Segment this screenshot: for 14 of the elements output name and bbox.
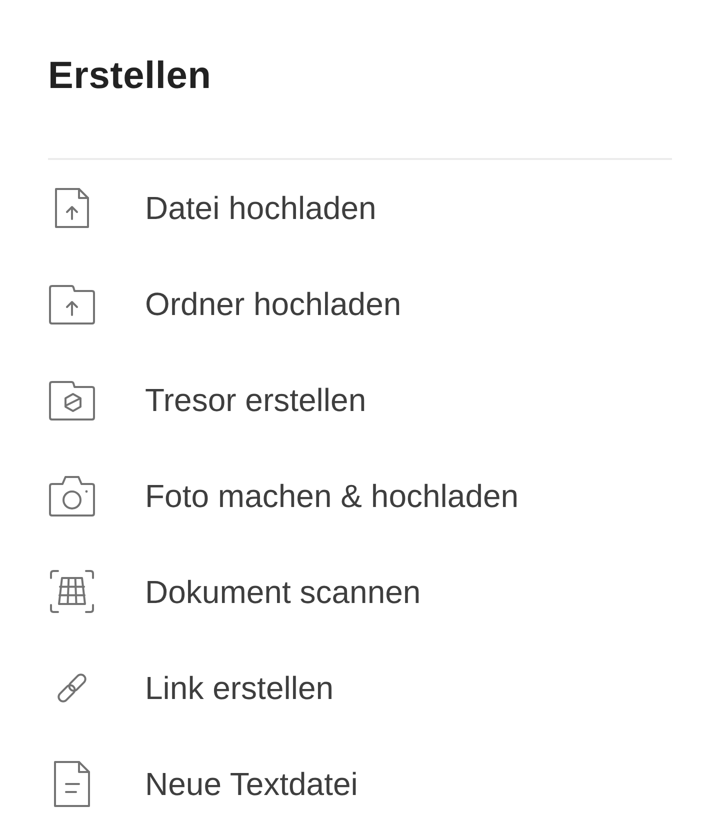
camera-icon xyxy=(48,475,96,517)
text-file-icon xyxy=(53,760,91,808)
menu-item[interactable]: Datei hochladen xyxy=(48,160,672,256)
menu-item[interactable]: Tresor erstellen xyxy=(48,352,672,448)
menu-title: Erstellen xyxy=(48,54,212,99)
menu-item[interactable]: Dokument scannen xyxy=(48,544,672,640)
file-upload-icon xyxy=(54,187,90,229)
folder-upload-icon xyxy=(48,284,96,324)
scan-icon xyxy=(49,569,95,615)
menu-item[interactable]: Neue Textdatei xyxy=(48,736,672,832)
menu-item[interactable]: Ordner hochladen xyxy=(48,256,672,352)
menu-item[interactable]: Foto machen & hochladen xyxy=(48,448,672,544)
folder-hexagon-icon xyxy=(48,380,96,420)
menu-item[interactable]: Link erstellen xyxy=(48,640,672,736)
